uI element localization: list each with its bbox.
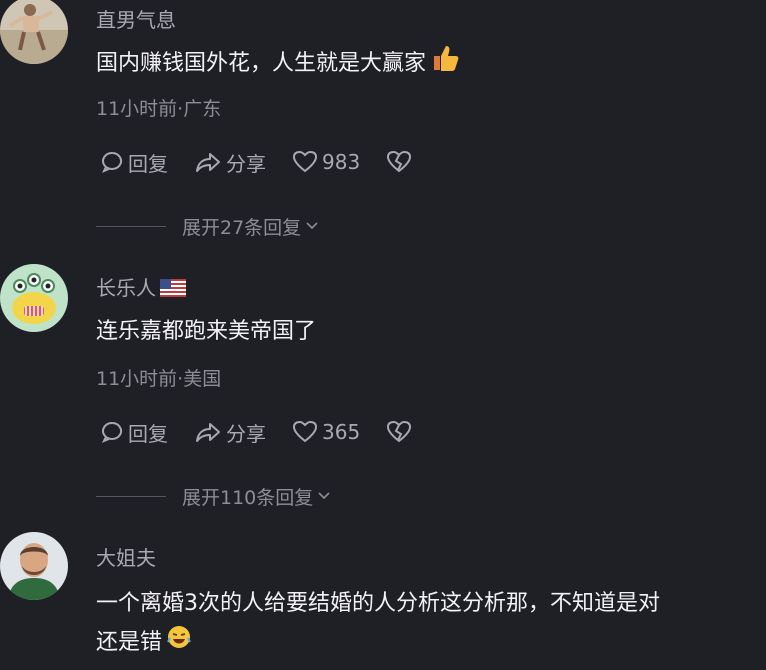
comment-text-line-1: 一个离婚3次的人给要结婚的人分析这分析那，不知道是对: [96, 591, 660, 616]
heart-icon: [292, 420, 318, 443]
comment-text-body: 国内赚钱国外花，人生就是大赢家: [96, 51, 427, 76]
action-bar: 回复 分享 365: [100, 418, 442, 446]
divider: [96, 225, 166, 227]
reply-label: 回复: [128, 421, 168, 446]
heart-icon: [292, 150, 318, 173]
chevron-down-icon: [306, 222, 318, 230]
avatar[interactable]: [0, 532, 68, 600]
chevron-down-icon: [318, 492, 330, 500]
comment-text-line-2: 还是错: [96, 624, 192, 662]
broken-heart-icon: [387, 420, 412, 443]
comment-meta: 11小时前·广东: [96, 98, 222, 120]
comment-text-line-2-body: 还是错: [96, 630, 163, 655]
share-arrow-icon: [196, 423, 220, 442]
thumbs-up-emoji: [430, 44, 462, 84]
username-text: 长乐人: [96, 276, 156, 300]
expand-replies-label: 展开110条回复: [182, 486, 314, 509]
username[interactable]: 长乐人: [96, 272, 186, 302]
avatar[interactable]: [0, 0, 68, 64]
divider: [96, 495, 166, 497]
share-arrow-icon: [196, 153, 220, 172]
avatar[interactable]: [0, 264, 68, 332]
comment-bubble-icon: [101, 152, 123, 173]
username[interactable]: 直男气息: [96, 4, 176, 33]
username[interactable]: 大姐夫: [96, 542, 156, 571]
laughing-emoji: [166, 624, 192, 662]
action-bar: 回复 分享 983: [100, 148, 442, 176]
dislike-button[interactable]: [386, 150, 416, 174]
expand-replies-label: 展开27条回复: [182, 216, 302, 239]
reply-button[interactable]: 回复: [100, 148, 168, 177]
like-button[interactable]: 983: [292, 150, 360, 174]
comment-text: 国内赚钱国外花，人生就是大赢家: [96, 44, 462, 84]
comment-text: 连乐嘉都跑来美帝国了: [96, 319, 317, 344]
reply-label: 回复: [128, 151, 168, 176]
dislike-button[interactable]: [386, 420, 416, 444]
us-flag-icon: [160, 278, 186, 302]
share-label: 分享: [226, 421, 266, 446]
share-button[interactable]: 分享: [194, 418, 266, 447]
expand-replies-button[interactable]: 展开27条回复: [96, 214, 319, 239]
like-count: 983: [322, 150, 361, 174]
like-count: 365: [322, 420, 361, 444]
share-label: 分享: [226, 151, 266, 176]
expand-replies-button[interactable]: 展开110条回复: [96, 484, 331, 509]
comment-bubble-icon: [101, 422, 123, 443]
reply-button[interactable]: 回复: [100, 418, 168, 447]
comment-meta: 11小时前·美国: [96, 368, 222, 390]
like-button[interactable]: 365: [292, 420, 360, 444]
broken-heart-icon: [387, 150, 412, 173]
share-button[interactable]: 分享: [194, 148, 266, 177]
